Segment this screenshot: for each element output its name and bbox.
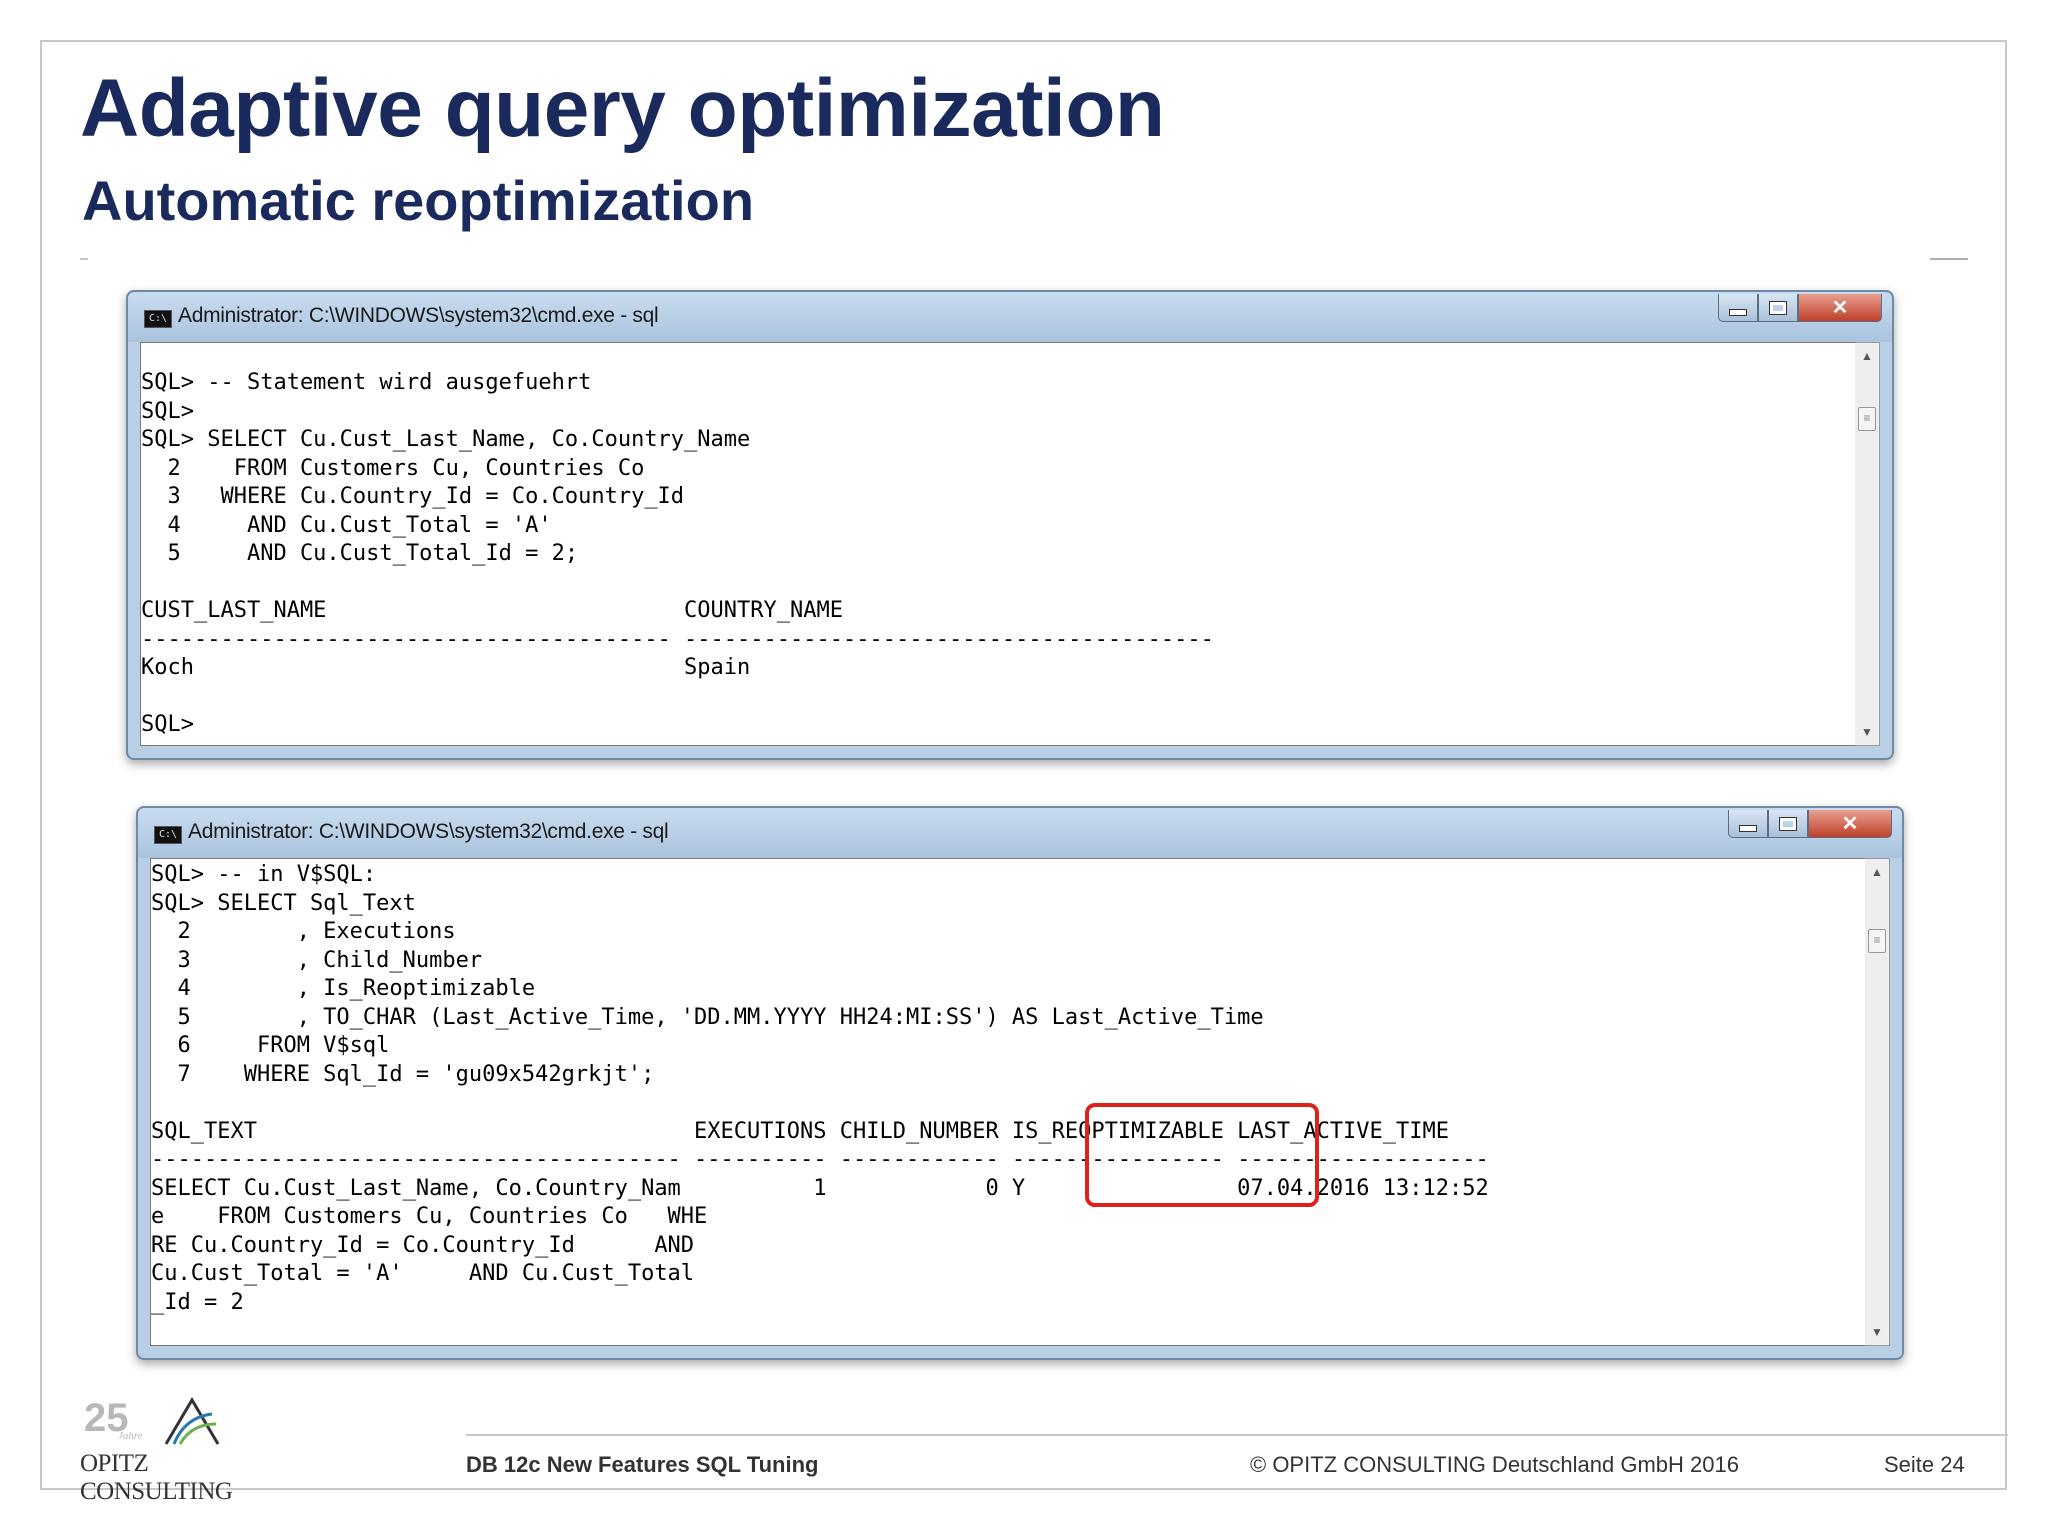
console-output[interactable]: SQL> -- Statement wird ausgefuehrt SQL> … xyxy=(140,342,1856,746)
window-controls: ✕ xyxy=(1728,810,1892,840)
minimize-button[interactable] xyxy=(1718,294,1758,322)
logo-anniversary-tag: Jahre xyxy=(118,1430,143,1442)
cmd-icon: C:\ xyxy=(144,310,172,328)
minimize-icon xyxy=(1739,825,1757,832)
is-reoptimizable-highlight xyxy=(1085,1103,1319,1207)
company-logo: 25 Jahre OPITZ CONSULTING xyxy=(80,1396,300,1505)
scroll-up-icon[interactable]: ▲ xyxy=(1865,861,1889,883)
window-title: Administrator: C:\WINDOWS\system32\cmd.e… xyxy=(178,304,659,327)
footer-copyright: © OPITZ CONSULTING Deutschland GmbH 2016 xyxy=(1250,1452,1739,1477)
scroll-down-icon[interactable]: ▼ xyxy=(1855,721,1879,743)
cmd-window-vsql[interactable]: C:\ Administrator: C:\WINDOWS\system32\c… xyxy=(136,806,1904,1360)
slide-subtitle: Automatic reoptimization xyxy=(82,169,755,232)
footer-page-number: Seite 24 xyxy=(1884,1452,1965,1477)
console-output[interactable]: SQL> -- in V$SQL: SQL> SELECT Sql_Text 2… xyxy=(150,858,1866,1346)
cmd-window-statement[interactable]: C:\ Administrator: C:\WINDOWS\system32\c… xyxy=(126,290,1894,760)
logo-company-name: OPITZ CONSULTING xyxy=(80,1450,233,1505)
window-title: Administrator: C:\WINDOWS\system32\cmd.e… xyxy=(188,820,669,843)
close-icon: ✕ xyxy=(1841,813,1859,835)
vertical-scrollbar[interactable]: ▲ ≡ ▼ xyxy=(1865,858,1890,1346)
close-button[interactable]: ✕ xyxy=(1808,810,1892,838)
window-controls: ✕ xyxy=(1718,294,1882,324)
close-icon: ✕ xyxy=(1831,297,1849,319)
window-titlebar[interactable]: C:\ Administrator: C:\WINDOWS\system32\c… xyxy=(128,292,1892,342)
maximize-button[interactable] xyxy=(1768,810,1808,838)
scroll-up-icon[interactable]: ▲ xyxy=(1855,345,1879,367)
console-text: SQL> -- Statement wird ausgefuehrt SQL> … xyxy=(141,370,1214,737)
minimize-button[interactable] xyxy=(1728,810,1768,838)
divider-left xyxy=(80,258,88,260)
scroll-thumb[interactable]: ≡ xyxy=(1858,407,1876,431)
minimize-icon xyxy=(1729,309,1747,316)
scroll-down-icon[interactable]: ▼ xyxy=(1865,1321,1889,1343)
divider-right xyxy=(1930,258,1968,260)
slide-title: Adaptive query optimization xyxy=(80,63,1165,154)
footer-divider xyxy=(466,1434,2008,1436)
cmd-icon: C:\ xyxy=(154,826,182,844)
maximize-button[interactable] xyxy=(1758,294,1798,322)
logo-mark-icon xyxy=(164,1397,220,1445)
console-text: SQL> -- in V$SQL: SQL> SELECT Sql_Text 2… xyxy=(151,862,1489,1315)
footer-topic: DB 12c New Features SQL Tuning xyxy=(466,1452,819,1477)
maximize-icon xyxy=(1779,816,1797,831)
close-button[interactable]: ✕ xyxy=(1798,294,1882,322)
window-titlebar[interactable]: C:\ Administrator: C:\WINDOWS\system32\c… xyxy=(138,808,1902,858)
maximize-icon xyxy=(1769,300,1787,315)
scroll-thumb[interactable]: ≡ xyxy=(1868,929,1886,953)
vertical-scrollbar[interactable]: ▲ ≡ ▼ xyxy=(1855,342,1880,746)
